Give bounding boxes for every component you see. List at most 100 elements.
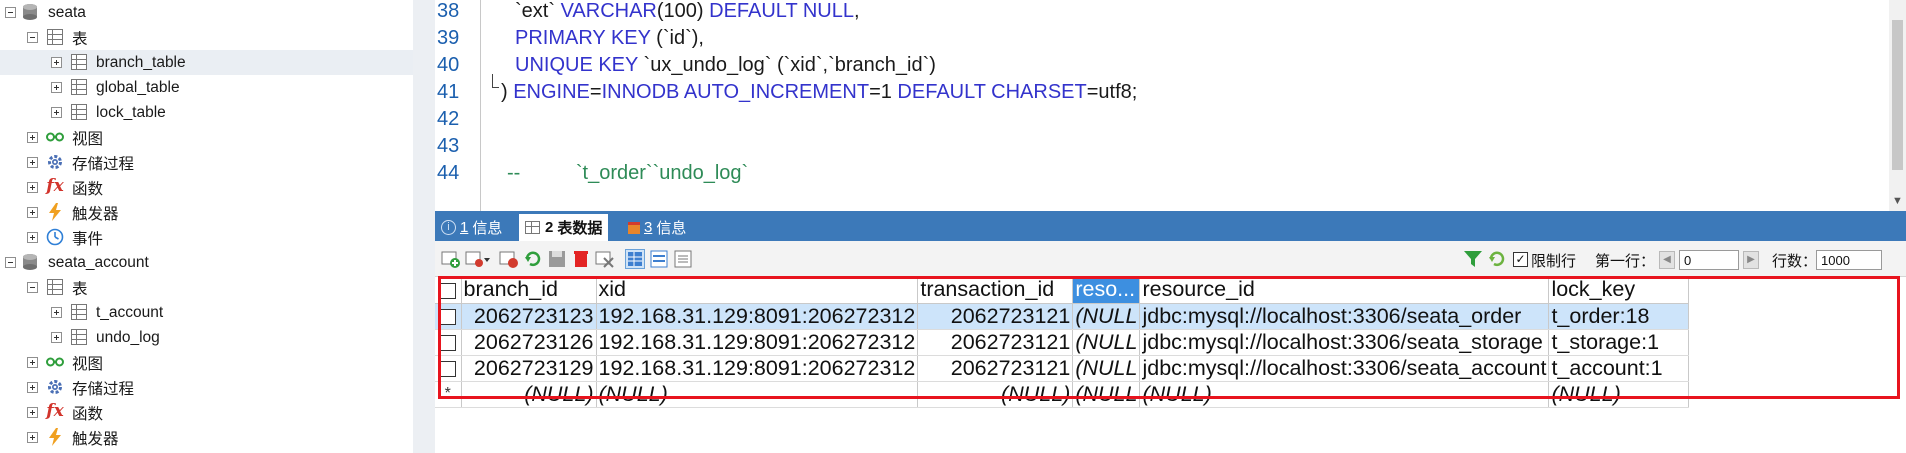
tree-node-tables[interactable]: 表 <box>0 275 413 300</box>
insert-dropdown-icon[interactable] <box>465 249 490 269</box>
save-icon[interactable] <box>547 249 567 269</box>
tree-node-functions[interactable]: fx 函数 <box>0 175 413 200</box>
expand-toggle-icon[interactable] <box>27 382 38 393</box>
cancel-changes-icon[interactable] <box>595 249 615 269</box>
cell-transaction-id[interactable]: 2062723121 <box>917 329 1074 356</box>
tree-node-functions[interactable]: fx 函数 <box>0 400 413 425</box>
cell-branch-id[interactable]: 2062723126 <box>461 329 597 356</box>
expand-toggle-icon[interactable] <box>51 307 62 318</box>
cell-lock-key[interactable]: (NULL) <box>1548 381 1690 408</box>
expand-toggle-icon[interactable] <box>51 57 62 68</box>
tree-node-triggers[interactable]: 触发器 <box>0 200 413 225</box>
tab-info-3[interactable]: 3 信息 <box>628 214 686 241</box>
column-header-lock-key[interactable]: lock_key <box>1548 277 1690 304</box>
tree-node-triggers[interactable]: 触发器 <box>0 425 413 450</box>
cell-xid[interactable]: (NULL) <box>596 381 919 408</box>
tree-node-seata[interactable]: seata <box>0 0 413 25</box>
expand-toggle-icon[interactable] <box>27 432 38 443</box>
fold-marker-icon[interactable] <box>492 74 499 88</box>
tree-node-events[interactable]: 事件 <box>0 225 413 250</box>
cell-transaction-id[interactable]: 2062723121 <box>917 355 1074 382</box>
scrollbar-thumb[interactable] <box>1892 20 1903 170</box>
cell-lock-key[interactable]: t_order:18 <box>1548 303 1690 330</box>
row-select-cell[interactable] <box>435 355 462 382</box>
cell-transaction-id[interactable]: 2062723121 <box>917 303 1074 330</box>
cell-lock-key[interactable]: t_account:1 <box>1548 355 1690 382</box>
reset-filter-icon[interactable] <box>1487 249 1507 269</box>
new-row[interactable]: * (NULL) (NULL) (NULL) (NULL (NULL) (NUL… <box>435 381 1690 408</box>
tree-node-branch-table[interactable]: branch_table <box>0 50 413 75</box>
scroll-down-icon[interactable]: ▼ <box>1892 195 1903 207</box>
tree-node-procedures[interactable]: 存储过程 <box>0 375 413 400</box>
cell-resource-id[interactable]: jdbc:mysql://localhost:3306/seata_accoun… <box>1139 355 1550 382</box>
first-row-input[interactable] <box>1679 250 1739 270</box>
row-select-cell[interactable] <box>435 329 462 356</box>
tree-node-t-account[interactable]: t_account <box>0 300 413 325</box>
expand-toggle-icon[interactable] <box>27 182 38 193</box>
sql-editor[interactable]: 38 39 40 41 42 43 44 `ext` VARCHAR(100) … <box>435 0 1906 211</box>
tree-node-views[interactable]: 视图 <box>0 350 413 375</box>
table-row[interactable]: 2062723123 192.168.31.129:8091:206272312… <box>435 303 1690 330</box>
expand-toggle-icon[interactable] <box>27 232 38 243</box>
cell-resource-id[interactable]: jdbc:mysql://localhost:3306/seata_storag… <box>1139 329 1550 356</box>
expand-toggle-icon[interactable] <box>51 332 62 343</box>
tab-info-1[interactable]: i 1 信息 <box>441 214 502 241</box>
select-all-cell[interactable] <box>435 277 462 304</box>
collapse-toggle-icon[interactable] <box>27 282 38 293</box>
tab-table-data[interactable]: 2 表数据 <box>519 214 609 241</box>
tree-node-global-table[interactable]: global_table <box>0 75 413 100</box>
refresh-icon[interactable] <box>523 249 543 269</box>
row-checkbox[interactable] <box>439 334 456 351</box>
table-row[interactable]: 2062723129 192.168.31.129:8091:206272312… <box>435 355 1690 382</box>
row-checkbox[interactable] <box>439 360 456 377</box>
form-view-icon[interactable] <box>649 249 669 269</box>
next-page-icon[interactable]: ▶ <box>1743 251 1759 269</box>
tree-node-tables[interactable]: 表 <box>0 25 413 50</box>
expand-toggle-icon[interactable] <box>27 132 38 143</box>
text-view-icon[interactable] <box>673 249 693 269</box>
rows-count-input[interactable] <box>1816 250 1882 270</box>
editor-scrollbar[interactable]: ▼ <box>1889 0 1906 211</box>
tree-node-views[interactable]: 视图 <box>0 125 413 150</box>
cell-branch-id[interactable]: 2062723129 <box>461 355 597 382</box>
cell-transaction-id[interactable]: (NULL) <box>917 381 1074 408</box>
column-header-xid[interactable]: xid <box>596 277 919 304</box>
row-checkbox[interactable] <box>439 308 456 325</box>
collapse-toggle-icon[interactable] <box>5 257 16 268</box>
cell-resource-group[interactable]: (NULL <box>1072 355 1141 382</box>
column-header-branch-id[interactable]: branch_id <box>461 277 597 304</box>
delete-icon[interactable] <box>571 249 591 269</box>
cell-lock-key[interactable]: t_storage:1 <box>1548 329 1690 356</box>
expand-toggle-icon[interactable] <box>27 407 38 418</box>
cell-branch-id[interactable]: 2062723123 <box>461 303 597 330</box>
expand-toggle-icon[interactable] <box>27 157 38 168</box>
cell-resource-group[interactable]: (NULL <box>1072 329 1141 356</box>
cell-resource-group[interactable]: (NULL <box>1072 381 1141 408</box>
expand-toggle-icon[interactable] <box>27 207 38 218</box>
cell-resource-id[interactable]: (NULL) <box>1139 381 1550 408</box>
expand-toggle-icon[interactable] <box>27 357 38 368</box>
tree-node-undo-log[interactable]: undo_log <box>0 325 413 350</box>
tree-node-lock-table[interactable]: lock_table <box>0 100 413 125</box>
row-select-cell[interactable] <box>435 303 462 330</box>
column-header-resource-id[interactable]: resource_id <box>1139 277 1550 304</box>
collapse-toggle-icon[interactable] <box>5 7 16 18</box>
cell-xid[interactable]: 192.168.31.129:8091:206272312 <box>596 355 919 382</box>
column-header-resource-group[interactable]: reso... <box>1072 277 1141 304</box>
limit-rows-checkbox[interactable]: ✓ <box>1513 252 1528 267</box>
cell-branch-id[interactable]: (NULL) <box>461 381 597 408</box>
cell-xid[interactable]: 192.168.31.129:8091:206272312 <box>596 329 919 356</box>
cell-resource-group[interactable]: (NULL <box>1072 303 1141 330</box>
select-all-checkbox[interactable] <box>439 282 456 299</box>
grid-view-icon[interactable] <box>625 249 645 269</box>
cell-xid[interactable]: 192.168.31.129:8091:206272312 <box>596 303 919 330</box>
panel-splitter[interactable] <box>413 0 435 453</box>
expand-toggle-icon[interactable] <box>51 107 62 118</box>
table-row[interactable]: 2062723126 192.168.31.129:8091:206272312… <box>435 329 1690 356</box>
expand-toggle-icon[interactable] <box>51 82 62 93</box>
column-header-transaction-id[interactable]: transaction_id <box>917 277 1074 304</box>
cell-resource-id[interactable]: jdbc:mysql://localhost:3306/seata_order <box>1139 303 1550 330</box>
duplicate-row-icon[interactable] <box>499 249 519 269</box>
prev-page-icon[interactable]: ◀ <box>1659 251 1675 269</box>
add-row-icon[interactable] <box>441 249 461 269</box>
